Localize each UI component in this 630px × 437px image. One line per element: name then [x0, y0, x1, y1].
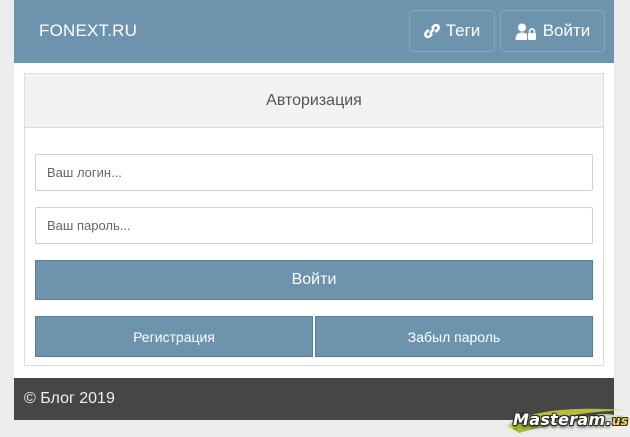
- login-submit-button[interactable]: Войти: [35, 260, 593, 300]
- user-lock-icon: [515, 23, 537, 40]
- login-nav-button-label: Войти: [542, 21, 591, 40]
- tags-button-label: Теги: [445, 21, 481, 40]
- login-nav-button[interactable]: Войти: [500, 10, 605, 52]
- login-input[interactable]: [35, 154, 593, 191]
- link-icon: [423, 23, 440, 39]
- site-brand-link[interactable]: FONEXT.RU: [39, 21, 137, 41]
- tags-button[interactable]: Теги: [409, 10, 495, 52]
- footer-copyright: © Блог 2019: [24, 390, 115, 407]
- auth-panel-title: Авторизация: [25, 74, 603, 128]
- auth-panel: Авторизация Войти Регистрация Забыл паро…: [24, 73, 604, 366]
- forgot-password-button[interactable]: Забыл пароль: [315, 316, 593, 357]
- password-input[interactable]: [35, 207, 593, 244]
- watermark-logo: Masteram.us: [505, 404, 629, 434]
- watermark-text: Masteram.us: [513, 410, 629, 429]
- navbar: FONEXT.RU Теги Войти: [14, 0, 614, 63]
- page: FONEXT.RU Теги Войти Авторизация Ваш лог…: [14, 0, 614, 420]
- register-button[interactable]: Регистрация: [35, 316, 313, 357]
